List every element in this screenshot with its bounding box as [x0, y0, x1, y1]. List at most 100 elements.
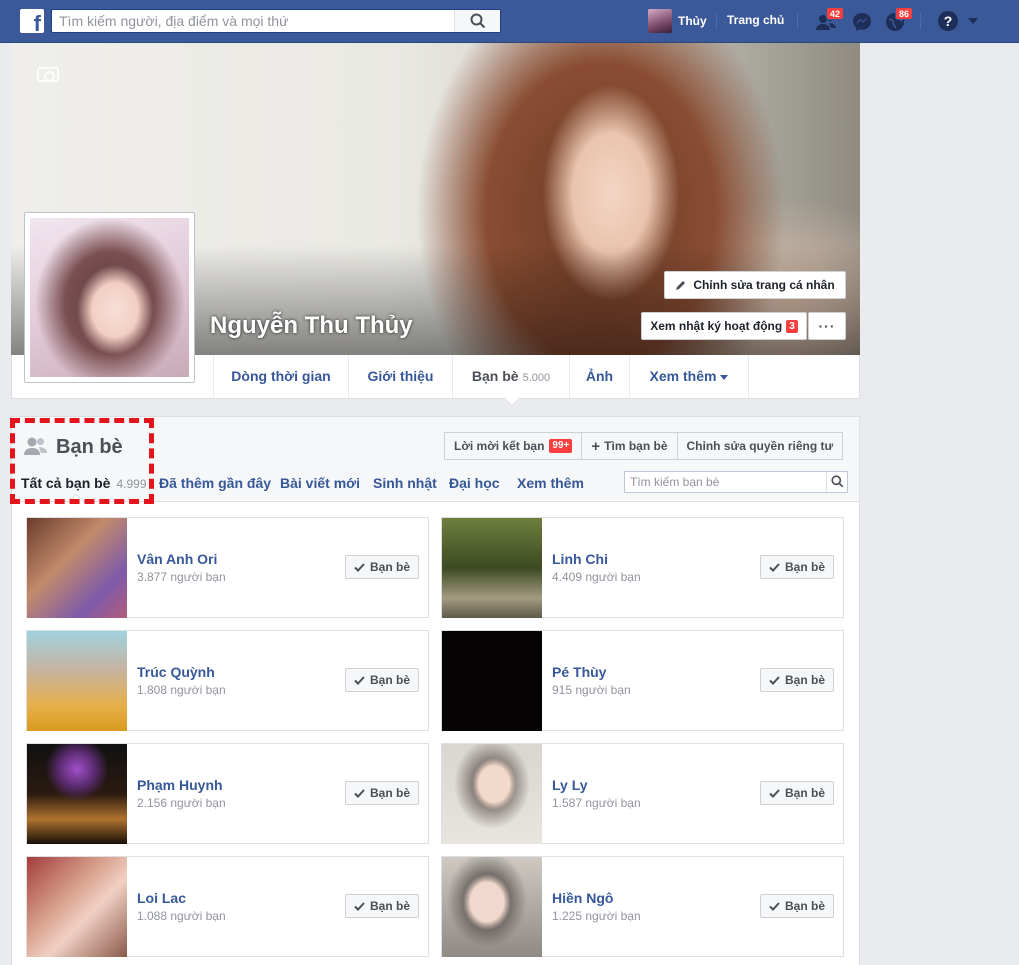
friend-photo[interactable] — [442, 857, 542, 957]
tab-about[interactable]: Giới thiệu — [349, 355, 453, 398]
subnav-new-posts[interactable]: Bài viết mới — [280, 475, 360, 491]
friend-count: 3.877 người bạn — [137, 570, 226, 584]
friends-header: Bạn bè Lời mời kết bạn 99+ + Tìm bạn bè Ch… — [12, 417, 859, 502]
friend-photo[interactable] — [442, 744, 542, 844]
find-friends-button[interactable]: + Tìm bạn bè — [582, 432, 678, 460]
divider — [797, 13, 798, 29]
home-link[interactable]: Trang chủ — [727, 13, 784, 27]
friend-search-input[interactable] — [625, 472, 823, 492]
friend-count: 1.587 người bạn — [552, 796, 641, 810]
nav-user-name: Thủy — [678, 14, 707, 28]
more-icon: ··· — [818, 318, 836, 334]
tab-photos[interactable]: Ảnh — [570, 355, 630, 398]
friend-count: 915 người bạn — [552, 683, 631, 697]
tab-more[interactable]: Xem thêm — [630, 355, 749, 398]
account-menu-caret-icon[interactable] — [968, 18, 978, 24]
more-options-button[interactable]: ··· — [808, 312, 846, 340]
friend-requests-button[interactable]: 42 — [814, 7, 845, 34]
friend-photo[interactable] — [27, 744, 127, 844]
friend-requests-badge: 42 — [826, 7, 845, 20]
notifications-button[interactable]: 86 — [883, 7, 914, 34]
friend-status-button[interactable]: Bạn bè — [345, 894, 419, 918]
friend-status-button[interactable]: Bạn bè — [760, 668, 834, 692]
friend-name[interactable]: Linh Chi — [552, 551, 608, 567]
friend-status-button[interactable]: Bạn bè — [345, 555, 419, 579]
friend-card: Trúc Quỳnh 1.808 người bạn Bạn bè — [26, 630, 429, 731]
friend-requests-count-badge: 99+ — [549, 439, 573, 453]
friend-name[interactable]: Pé Thùy — [552, 664, 606, 680]
search-icon — [470, 13, 486, 29]
checkmark-icon — [769, 675, 780, 685]
subnav-college[interactable]: Đại học — [449, 475, 500, 491]
friend-name[interactable]: Vân Anh Ori — [137, 551, 217, 567]
activity-log-button[interactable]: Xem nhật ký hoạt động 3 — [641, 312, 807, 340]
search-button[interactable] — [454, 10, 500, 32]
checkmark-icon — [354, 675, 365, 685]
chevron-down-icon — [720, 374, 729, 380]
plus-icon: + — [591, 437, 601, 455]
avatar — [648, 9, 672, 33]
subnav-birthdays[interactable]: Sinh nhật — [373, 475, 437, 491]
search-icon — [831, 475, 844, 488]
profile-picture[interactable] — [24, 212, 195, 383]
subnav-recently-added[interactable]: Đã thêm gần đây — [159, 475, 271, 491]
friend-count: 1.225 người bạn — [552, 909, 641, 923]
friends-actions: Lời mời kết bạn 99+ + Tìm bạn bè Chỉnh sửa… — [444, 432, 844, 460]
friend-card: Loi Lac 1.088 người bạn Bạn bè — [26, 856, 429, 957]
friend-card: Vân Anh Ori 3.877 người bạn Bạn bè — [26, 517, 429, 618]
tab-timeline[interactable]: Dòng thời gian — [213, 355, 349, 398]
friend-status-button[interactable]: Bạn bè — [760, 894, 834, 918]
checkmark-icon — [769, 562, 780, 572]
activity-log-label: Xem nhật ký hoạt động — [650, 319, 783, 333]
friend-card: Pé Thùy 915 người bạn Bạn bè — [441, 630, 844, 731]
friend-name[interactable]: Trúc Quỳnh — [137, 664, 215, 680]
friend-name[interactable]: Loi Lac — [137, 890, 186, 906]
global-search — [51, 9, 501, 33]
friend-count: 1.088 người bạn — [137, 909, 226, 923]
checkmark-icon — [769, 788, 780, 798]
edit-profile-button[interactable]: Chỉnh sửa trang cá nhân — [664, 271, 846, 299]
friend-status-button[interactable]: Bạn bè — [345, 781, 419, 805]
friend-name[interactable]: Ly Ly — [552, 777, 588, 793]
profile-name[interactable]: Nguyễn Thu Thủy — [210, 312, 413, 340]
friend-photo[interactable] — [442, 518, 542, 618]
friend-photo[interactable] — [27, 631, 127, 731]
friend-search — [624, 471, 848, 493]
activity-log-badge: 3 — [786, 319, 798, 333]
checkmark-icon — [354, 901, 365, 911]
friend-photo[interactable] — [442, 631, 542, 731]
all-friends-count: 4.999 — [116, 477, 147, 491]
friend-photo[interactable] — [27, 518, 127, 618]
friends-section: Bạn bè Lời mời kết bạn 99+ + Tìm bạn bè Ch… — [11, 416, 860, 965]
friend-status-button[interactable]: Bạn bè — [345, 668, 419, 692]
friend-card: Ly Ly 1.587 người bạn Bạn bè — [441, 743, 844, 844]
profile-picture-image — [30, 218, 189, 377]
messages-button[interactable] — [850, 10, 874, 34]
friend-card: Linh Chi 4.409 người bạn Bạn bè — [441, 517, 844, 618]
global-search-input[interactable] — [52, 10, 452, 32]
checkmark-icon — [354, 788, 365, 798]
top-navigation-bar: f Thủy Trang chủ 42 86 ? — [0, 0, 1019, 43]
messenger-icon — [853, 13, 871, 31]
friend-count: 1.808 người bạn — [137, 683, 226, 697]
edit-profile-label: Chỉnh sửa trang cá nhân — [693, 278, 835, 292]
friends-icon — [24, 437, 47, 455]
notifications-badge: 86 — [895, 7, 914, 20]
camera-icon[interactable] — [37, 67, 59, 82]
friend-card: Phạm Huynh 2.156 người bạn Bạn bè — [26, 743, 429, 844]
friend-photo[interactable] — [27, 857, 127, 957]
tab-friends-count: 5.000 — [522, 372, 551, 384]
friend-search-button[interactable] — [826, 472, 847, 492]
friend-name[interactable]: Hiền Ngô — [552, 890, 613, 906]
nav-profile-link[interactable]: Thủy — [648, 8, 707, 34]
friend-status-button[interactable]: Bạn bè — [760, 781, 834, 805]
help-icon[interactable]: ? — [938, 11, 958, 31]
friend-card: Hiền Ngô 1.225 người bạn Bạn bè — [441, 856, 844, 957]
edit-privacy-button[interactable]: Chỉnh sửa quyền riêng tư — [677, 432, 844, 460]
friend-requests-button[interactable]: Lời mời kết bạn 99+ — [444, 432, 583, 460]
subnav-more[interactable]: Xem thêm — [517, 475, 584, 491]
facebook-logo-icon[interactable]: f — [20, 9, 44, 36]
friend-status-button[interactable]: Bạn bè — [760, 555, 834, 579]
subnav-all-friends[interactable]: Tất cả bạn bè 4.999 — [21, 475, 147, 491]
friend-name[interactable]: Phạm Huynh — [137, 777, 223, 793]
